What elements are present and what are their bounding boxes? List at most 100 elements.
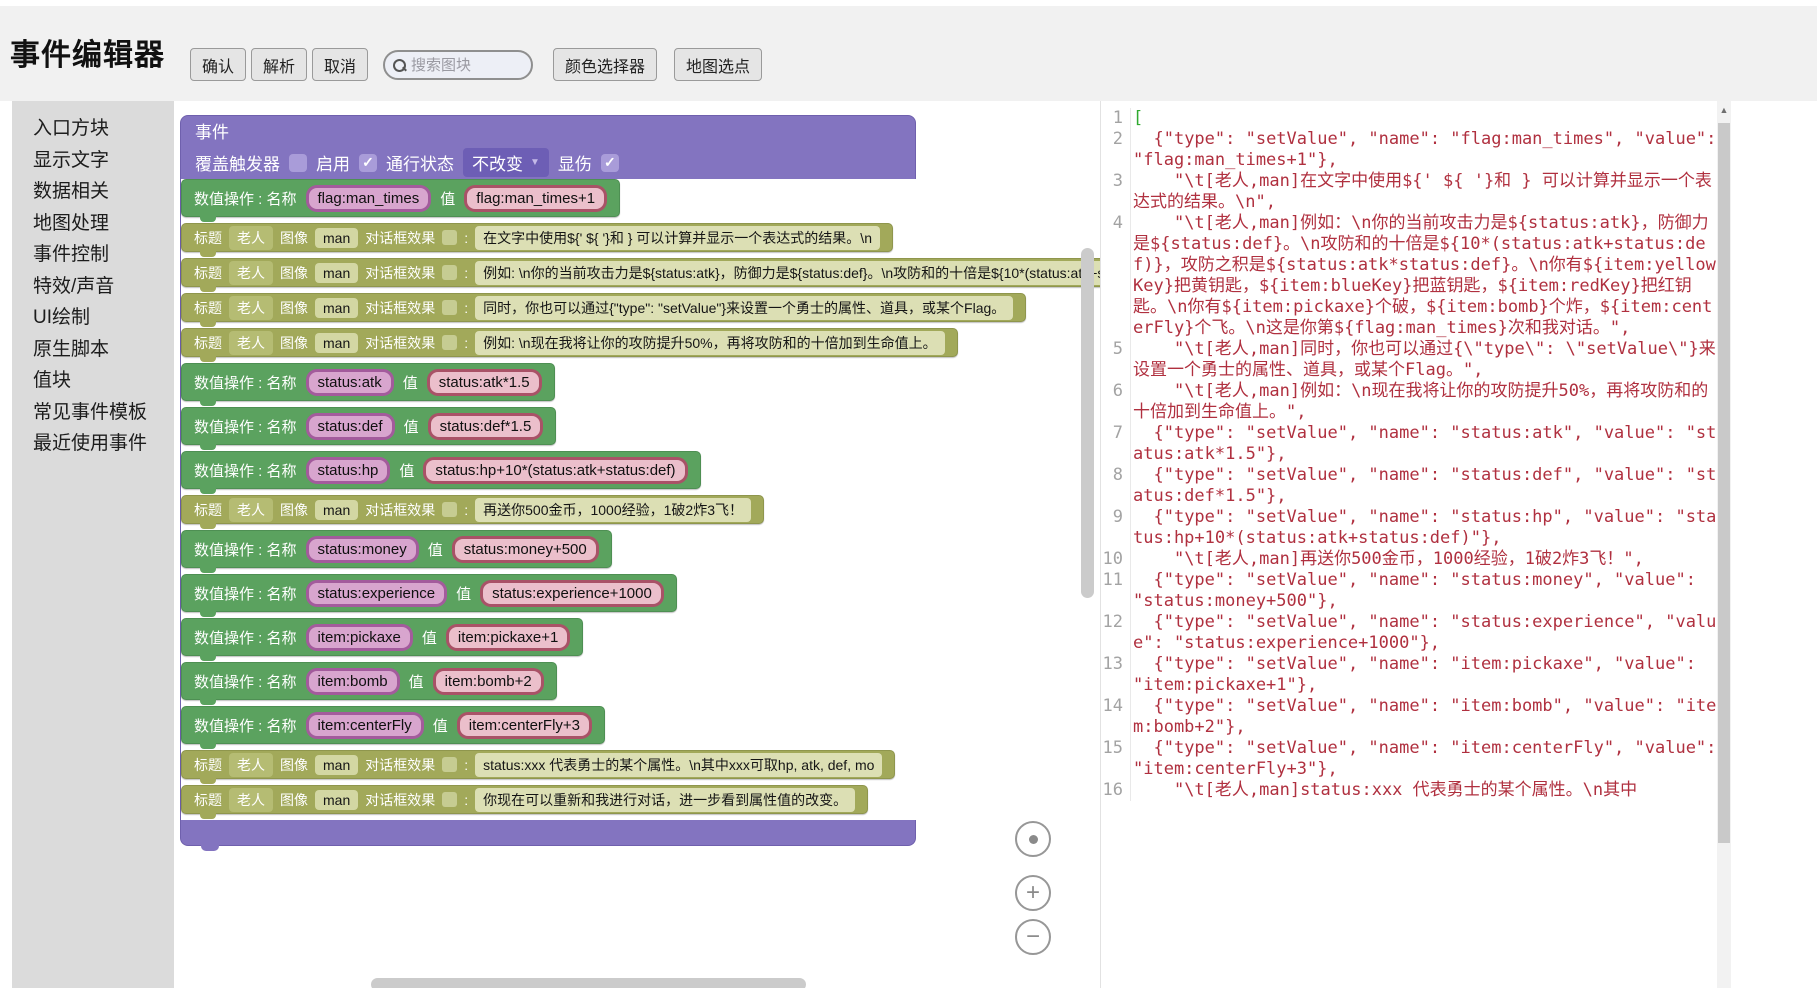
- value-pill[interactable]: status:experience+1000: [480, 580, 664, 607]
- value-pill[interactable]: status:hp+10*(status:atk+status:def): [423, 457, 687, 484]
- code-line[interactable]: 13 {"type": "setValue", "name": "item:pi…: [1101, 654, 1717, 696]
- speaker-field[interactable]: 老人: [229, 226, 273, 250]
- value-pill[interactable]: status:money+500: [452, 536, 599, 563]
- image-field[interactable]: man: [315, 228, 358, 248]
- override-trigger-checkbox[interactable]: [289, 154, 307, 172]
- code-line[interactable]: 9 {"type": "setValue", "name": "status:h…: [1101, 507, 1717, 549]
- dialog-effect-checkbox[interactable]: [442, 502, 457, 517]
- code-scrollbar[interactable]: ▲: [1717, 101, 1731, 988]
- damage-checkbox[interactable]: ✓: [601, 154, 619, 172]
- code-line[interactable]: 14 {"type": "setValue", "name": "item:bo…: [1101, 696, 1717, 738]
- parse-button[interactable]: 解析: [251, 48, 307, 81]
- code-line[interactable]: 12 {"type": "setValue", "name": "status:…: [1101, 612, 1717, 654]
- speaker-field[interactable]: 老人: [229, 296, 273, 320]
- search-box[interactable]: [383, 50, 533, 80]
- value-pill[interactable]: status:def*1.5: [428, 413, 544, 440]
- set-value-block[interactable]: 数值操作 : 名称status:money值status:money+500: [181, 530, 612, 568]
- code-line[interactable]: 10 "\t[老人,man]再送你500金币，1000经验，1破2炸3飞！",: [1101, 549, 1717, 570]
- code-line[interactable]: 3 "\t[老人,man]在文字中使用${' ${ '}和 } 可以计算并显示一…: [1101, 171, 1717, 213]
- dialog-effect-checkbox[interactable]: [442, 230, 457, 245]
- text-block[interactable]: 标题老人图像man对话框效果:在文字中使用${' ${ '}和 } 可以计算并显…: [181, 223, 893, 252]
- value-pill[interactable]: status:atk*1.5: [427, 369, 542, 396]
- cancel-button[interactable]: 取消: [312, 48, 368, 81]
- enable-checkbox[interactable]: ✓: [359, 154, 377, 172]
- block-workspace[interactable]: 事件 覆盖触发器 启用 ✓ 通行状态 不改变 ▼ 显伤 ✓ 数值操作: [174, 101, 1100, 988]
- color-picker-button[interactable]: 颜色选择器: [553, 48, 657, 81]
- zoom-reset-button[interactable]: [1015, 821, 1051, 857]
- sidebar-item[interactable]: 地图处理: [33, 208, 174, 240]
- dialog-effect-checkbox[interactable]: [442, 757, 457, 772]
- dialog-text-field[interactable]: 再送你500金币，1000经验，1破2炸3飞！: [475, 498, 751, 522]
- pass-state-dropdown[interactable]: 不改变 ▼: [463, 148, 549, 177]
- code-line[interactable]: 2 {"type": "setValue", "name": "flag:man…: [1101, 129, 1717, 171]
- event-block[interactable]: 事件 覆盖触发器 启用 ✓ 通行状态 不改变 ▼ 显伤 ✓ 数值操作: [180, 115, 916, 846]
- name-pill[interactable]: status:def: [306, 413, 395, 440]
- speaker-field[interactable]: 老人: [229, 753, 273, 777]
- speaker-field[interactable]: 老人: [229, 498, 273, 522]
- image-field[interactable]: man: [315, 298, 358, 318]
- dialog-effect-checkbox[interactable]: [442, 300, 457, 315]
- name-pill[interactable]: item:bomb: [306, 668, 400, 695]
- name-pill[interactable]: status:experience: [306, 580, 448, 607]
- code-line[interactable]: 8 {"type": "setValue", "name": "status:d…: [1101, 465, 1717, 507]
- sidebar-item[interactable]: 原生脚本: [33, 334, 174, 366]
- name-pill[interactable]: item:centerFly: [306, 712, 424, 739]
- text-block[interactable]: 标题老人图像man对话框效果:例如: \n你的当前攻击力是${status:at…: [181, 258, 1100, 287]
- sidebar-item[interactable]: 显示文字: [33, 145, 174, 177]
- sidebar-item[interactable]: UI绘制: [33, 302, 174, 334]
- dialog-text-field[interactable]: 同时，你也可以通过{"type": "setValue"}来设置一个勇士的属性、…: [475, 296, 1013, 320]
- dialog-text-field[interactable]: 你现在可以重新和我进行对话，进一步看到属性值的改变。: [475, 788, 855, 812]
- dialog-text-field[interactable]: 例如: \n你的当前攻击力是${status:atk}，防御力是${status…: [475, 261, 1100, 285]
- value-pill[interactable]: item:bomb+2: [433, 668, 544, 695]
- speaker-field[interactable]: 老人: [229, 788, 273, 812]
- code-line[interactable]: 4 "\t[老人,man]例如：\n你的当前攻击力是${status:atk}，…: [1101, 213, 1717, 339]
- set-value-block[interactable]: 数值操作 : 名称status:hp值status:hp+10*(status:…: [181, 451, 701, 489]
- set-value-block[interactable]: 数值操作 : 名称status:experience值status:experi…: [181, 574, 677, 612]
- image-field[interactable]: man: [315, 333, 358, 353]
- zoom-out-button[interactable]: −: [1015, 919, 1051, 955]
- set-value-block[interactable]: 数值操作 : 名称status:atk值status:atk*1.5: [181, 363, 555, 401]
- name-pill[interactable]: status:atk: [306, 369, 394, 396]
- code-line[interactable]: 16 "\t[老人,man]status:xxx 代表勇士的某个属性。\n其中: [1101, 780, 1717, 801]
- text-block[interactable]: 标题老人图像man对话框效果:再送你500金币，1000经验，1破2炸3飞！: [181, 495, 764, 524]
- value-pill[interactable]: item:centerFly+3: [457, 712, 592, 739]
- dialog-text-field[interactable]: 在文字中使用${' ${ '}和 } 可以计算并显示一个表达式的结果。\n: [475, 226, 880, 250]
- sidebar-item[interactable]: 值块: [33, 365, 174, 397]
- set-value-block[interactable]: 数值操作 : 名称item:bomb值item:bomb+2: [181, 662, 557, 700]
- dialog-text-field[interactable]: 例如: \n现在我将让你的攻防提升50%，再将攻防和的十倍加到生命值上。: [475, 331, 944, 355]
- image-field[interactable]: man: [315, 500, 358, 520]
- event-block-header[interactable]: 事件 覆盖触发器 启用 ✓ 通行状态 不改变 ▼ 显伤 ✓: [180, 115, 916, 179]
- image-field[interactable]: man: [315, 790, 358, 810]
- code-line[interactable]: 6 "\t[老人,man]例如：\n现在我将让你的攻防提升50%，再将攻防和的十…: [1101, 381, 1717, 423]
- speaker-field[interactable]: 老人: [229, 261, 273, 285]
- sidebar-item[interactable]: 入口方块: [33, 113, 174, 145]
- text-block[interactable]: 标题老人图像man对话框效果:status:xxx 代表勇士的某个属性。\n其中…: [181, 750, 895, 779]
- code-line[interactable]: 5 "\t[老人,man]同时，你也可以通过{\"type\": \"setVa…: [1101, 339, 1717, 381]
- code-scrollbar-thumb[interactable]: [1718, 123, 1730, 843]
- sidebar-item[interactable]: 数据相关: [33, 176, 174, 208]
- confirm-button[interactable]: 确认: [190, 48, 246, 81]
- dialog-effect-checkbox[interactable]: [442, 335, 457, 350]
- code-editor[interactable]: 1[2 {"type": "setValue", "name": "flag:m…: [1100, 101, 1717, 988]
- code-line[interactable]: 7 {"type": "setValue", "name": "status:a…: [1101, 423, 1717, 465]
- sidebar-item[interactable]: 最近使用事件: [33, 428, 174, 460]
- map-pick-button[interactable]: 地图选点: [674, 48, 762, 81]
- workspace-vertical-scrollbar[interactable]: [1081, 248, 1094, 598]
- code-line[interactable]: 1[: [1101, 108, 1717, 129]
- speaker-field[interactable]: 老人: [229, 331, 273, 355]
- image-field[interactable]: man: [315, 263, 358, 283]
- value-pill[interactable]: flag:man_times+1: [464, 185, 607, 212]
- sidebar-item[interactable]: 事件控制: [33, 239, 174, 271]
- dialog-text-field[interactable]: status:xxx 代表勇士的某个属性。\n其中xxx可取hp, atk, d…: [475, 753, 882, 777]
- dialog-effect-checkbox[interactable]: [442, 265, 457, 280]
- text-block[interactable]: 标题老人图像man对话框效果:例如: \n现在我将让你的攻防提升50%，再将攻防…: [181, 328, 958, 357]
- set-value-block[interactable]: 数值操作 : 名称item:centerFly值item:centerFly+3: [181, 706, 605, 744]
- set-value-block[interactable]: 数值操作 : 名称status:def值status:def*1.5: [181, 407, 556, 445]
- sidebar-item[interactable]: 常见事件模板: [33, 397, 174, 429]
- search-input[interactable]: [411, 57, 523, 74]
- image-field[interactable]: man: [315, 755, 358, 775]
- zoom-in-button[interactable]: +: [1015, 875, 1051, 911]
- code-line[interactable]: 15 {"type": "setValue", "name": "item:ce…: [1101, 738, 1717, 780]
- text-block[interactable]: 标题老人图像man对话框效果:你现在可以重新和我进行对话，进一步看到属性值的改变…: [181, 785, 868, 814]
- dialog-effect-checkbox[interactable]: [442, 792, 457, 807]
